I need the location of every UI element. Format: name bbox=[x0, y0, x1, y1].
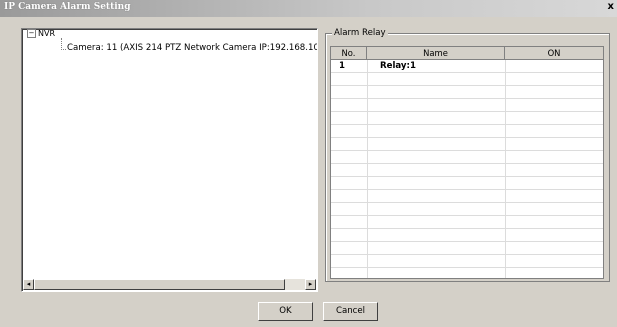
tree-node-camera[interactable]: Camera: 11 (AXIS 214 PTZ Network Camera … bbox=[67, 43, 317, 53]
table-row[interactable] bbox=[331, 125, 603, 138]
table-row[interactable] bbox=[331, 190, 603, 203]
tree-node-nvr-label: NVR bbox=[38, 29, 56, 38]
device-tree[interactable]: − NVR Camera: 11 (AXIS 214 PTZ Network Ca… bbox=[21, 28, 318, 292]
tree-node-nvr[interactable]: − NVR bbox=[27, 29, 55, 40]
table-row[interactable] bbox=[331, 255, 603, 268]
table-row[interactable] bbox=[331, 216, 603, 229]
horizontal-scrollbar[interactable]: ◂ ▸ bbox=[23, 279, 316, 290]
table-row[interactable] bbox=[331, 86, 603, 99]
table-row[interactable] bbox=[331, 229, 603, 242]
table-row[interactable] bbox=[331, 177, 603, 190]
table-row[interactable] bbox=[331, 73, 603, 86]
title-bar: IP Camera Alarm Setting x bbox=[0, 0, 617, 17]
relay-name-cell: Relay:1 bbox=[380, 61, 416, 71]
scroll-left-icon[interactable]: ◂ bbox=[23, 279, 34, 290]
scroll-right-icon[interactable]: ▸ bbox=[305, 279, 316, 290]
relay-no-cell: 1 bbox=[339, 61, 345, 71]
close-icon[interactable]: x bbox=[608, 1, 614, 12]
table-row[interactable] bbox=[331, 164, 603, 177]
table-row[interactable] bbox=[331, 138, 603, 151]
table-row[interactable]: 1 Relay:1 bbox=[331, 60, 603, 73]
table-row[interactable] bbox=[331, 203, 603, 216]
collapse-icon[interactable]: − bbox=[27, 29, 36, 38]
table-row[interactable] bbox=[331, 112, 603, 125]
relay-on-cell[interactable] bbox=[511, 60, 601, 73]
table-row[interactable] bbox=[331, 151, 603, 164]
alarm-relay-grid[interactable]: No. Name ON 1 Relay:1 bbox=[330, 46, 604, 279]
ok-button[interactable]: OK bbox=[258, 302, 313, 321]
table-row[interactable] bbox=[331, 99, 603, 112]
table-row[interactable] bbox=[331, 242, 603, 255]
tree-connector-horizontal bbox=[61, 49, 66, 50]
cancel-button[interactable]: Cancel bbox=[323, 302, 378, 321]
column-header-no[interactable]: No. bbox=[331, 47, 367, 60]
column-header-name[interactable]: Name bbox=[367, 47, 505, 60]
alarm-relay-label: Alarm Relay bbox=[332, 28, 388, 38]
scroll-thumb[interactable] bbox=[34, 279, 285, 290]
window-title: IP Camera Alarm Setting bbox=[4, 2, 131, 12]
column-header-on[interactable]: ON bbox=[505, 47, 603, 60]
